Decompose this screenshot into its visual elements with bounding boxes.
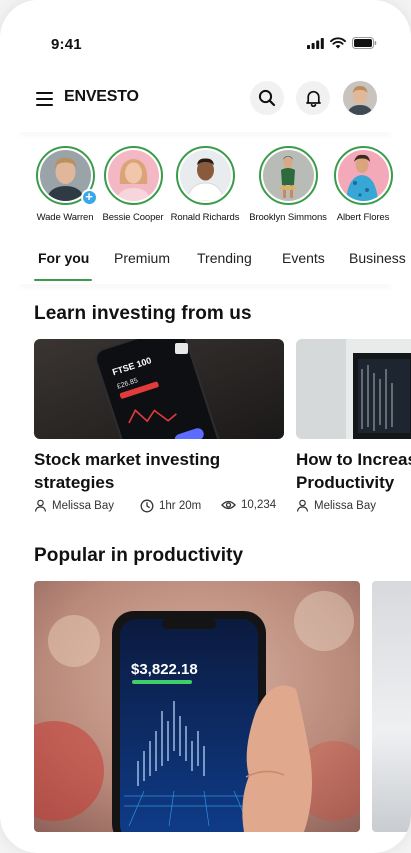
status-icons xyxy=(307,37,377,49)
article-card[interactable]: How to Increase Productivity xyxy=(296,339,411,494)
article-meta: Melissa Bay xyxy=(34,499,114,512)
article-title-line: Productivity xyxy=(296,473,395,492)
wifi-icon xyxy=(330,37,346,49)
article-views-meta: 10,234 xyxy=(221,499,276,511)
stories-row: + Wade Warren Bessie Cooper Ronald Richa… xyxy=(0,146,411,230)
article-views: 10,234 xyxy=(241,499,277,511)
article-title-line: strategies xyxy=(34,473,115,492)
tab-for-you[interactable]: For you xyxy=(38,250,89,266)
story-item[interactable]: Albert Flores xyxy=(318,146,408,223)
tab-trending[interactable]: Trending xyxy=(197,250,252,266)
search-icon xyxy=(258,89,276,107)
popular-price: $3,822.18 xyxy=(131,661,198,678)
article-title: How to Increase Productivity xyxy=(296,448,411,494)
section-title-popular: Popular in productivity xyxy=(34,545,244,566)
article-title: Stock market investing strategies xyxy=(34,448,284,494)
person-icon xyxy=(34,499,47,512)
article-thumbnail xyxy=(296,339,411,439)
app-header: ENVESTO xyxy=(0,78,411,130)
story-avatar xyxy=(258,146,318,205)
status-bar: 9:41 xyxy=(0,0,411,70)
article-card[interactable]: FTSE 100 £26.85 Stock market investing s… xyxy=(34,339,284,494)
tabs-divider xyxy=(20,280,391,284)
clock-icon xyxy=(140,499,154,513)
story-item[interactable]: Ronald Richards xyxy=(160,146,250,223)
tab-premium[interactable]: Premium xyxy=(114,250,170,266)
bell-icon xyxy=(305,90,321,107)
story-avatar xyxy=(103,146,163,205)
popular-card[interactable]: $3,822.18 xyxy=(34,581,360,832)
story-name: Ronald Richards xyxy=(170,212,240,223)
article-duration: 1hr 20m xyxy=(159,500,202,512)
article-title-line: How to Increase xyxy=(296,450,411,469)
profile-avatar[interactable] xyxy=(343,81,377,115)
article-author: Melissa Bay xyxy=(314,499,376,512)
article-meta: Melissa Bay xyxy=(296,499,376,512)
tab-events[interactable]: Events xyxy=(282,250,325,266)
menu-icon[interactable] xyxy=(36,92,53,106)
article-title-line: Stock market investing xyxy=(34,450,221,469)
brand-logo: ENVESTO xyxy=(64,88,139,105)
popular-card-image: $3,822.18 xyxy=(34,581,360,832)
article-author: Melissa Bay xyxy=(52,499,114,512)
story-name: Albert Flores xyxy=(336,212,390,223)
eye-icon xyxy=(221,500,236,510)
search-button[interactable] xyxy=(250,81,284,115)
article-duration-meta: 1hr 20m xyxy=(140,499,201,513)
signal-icon xyxy=(307,37,324,49)
popular-card-next[interactable] xyxy=(372,581,411,832)
story-avatar xyxy=(175,146,235,205)
section-title-learn: Learn investing from us xyxy=(34,303,252,324)
category-tabs: For you Premium Trending Events Business xyxy=(0,246,411,282)
story-avatar: + xyxy=(35,146,98,206)
avatar-photo xyxy=(343,81,377,115)
tab-business[interactable]: Business xyxy=(349,250,406,266)
battery-icon xyxy=(352,37,377,49)
article-thumbnail: FTSE 100 £26.85 xyxy=(34,339,284,439)
header-divider xyxy=(20,128,391,132)
notifications-button[interactable] xyxy=(296,81,330,115)
story-avatar xyxy=(333,146,393,205)
person-icon xyxy=(296,499,309,512)
phone-screen: 9:41 ENVESTO + Wade Warren Bessie Cooper… xyxy=(0,0,411,853)
status-time: 9:41 xyxy=(51,36,82,53)
